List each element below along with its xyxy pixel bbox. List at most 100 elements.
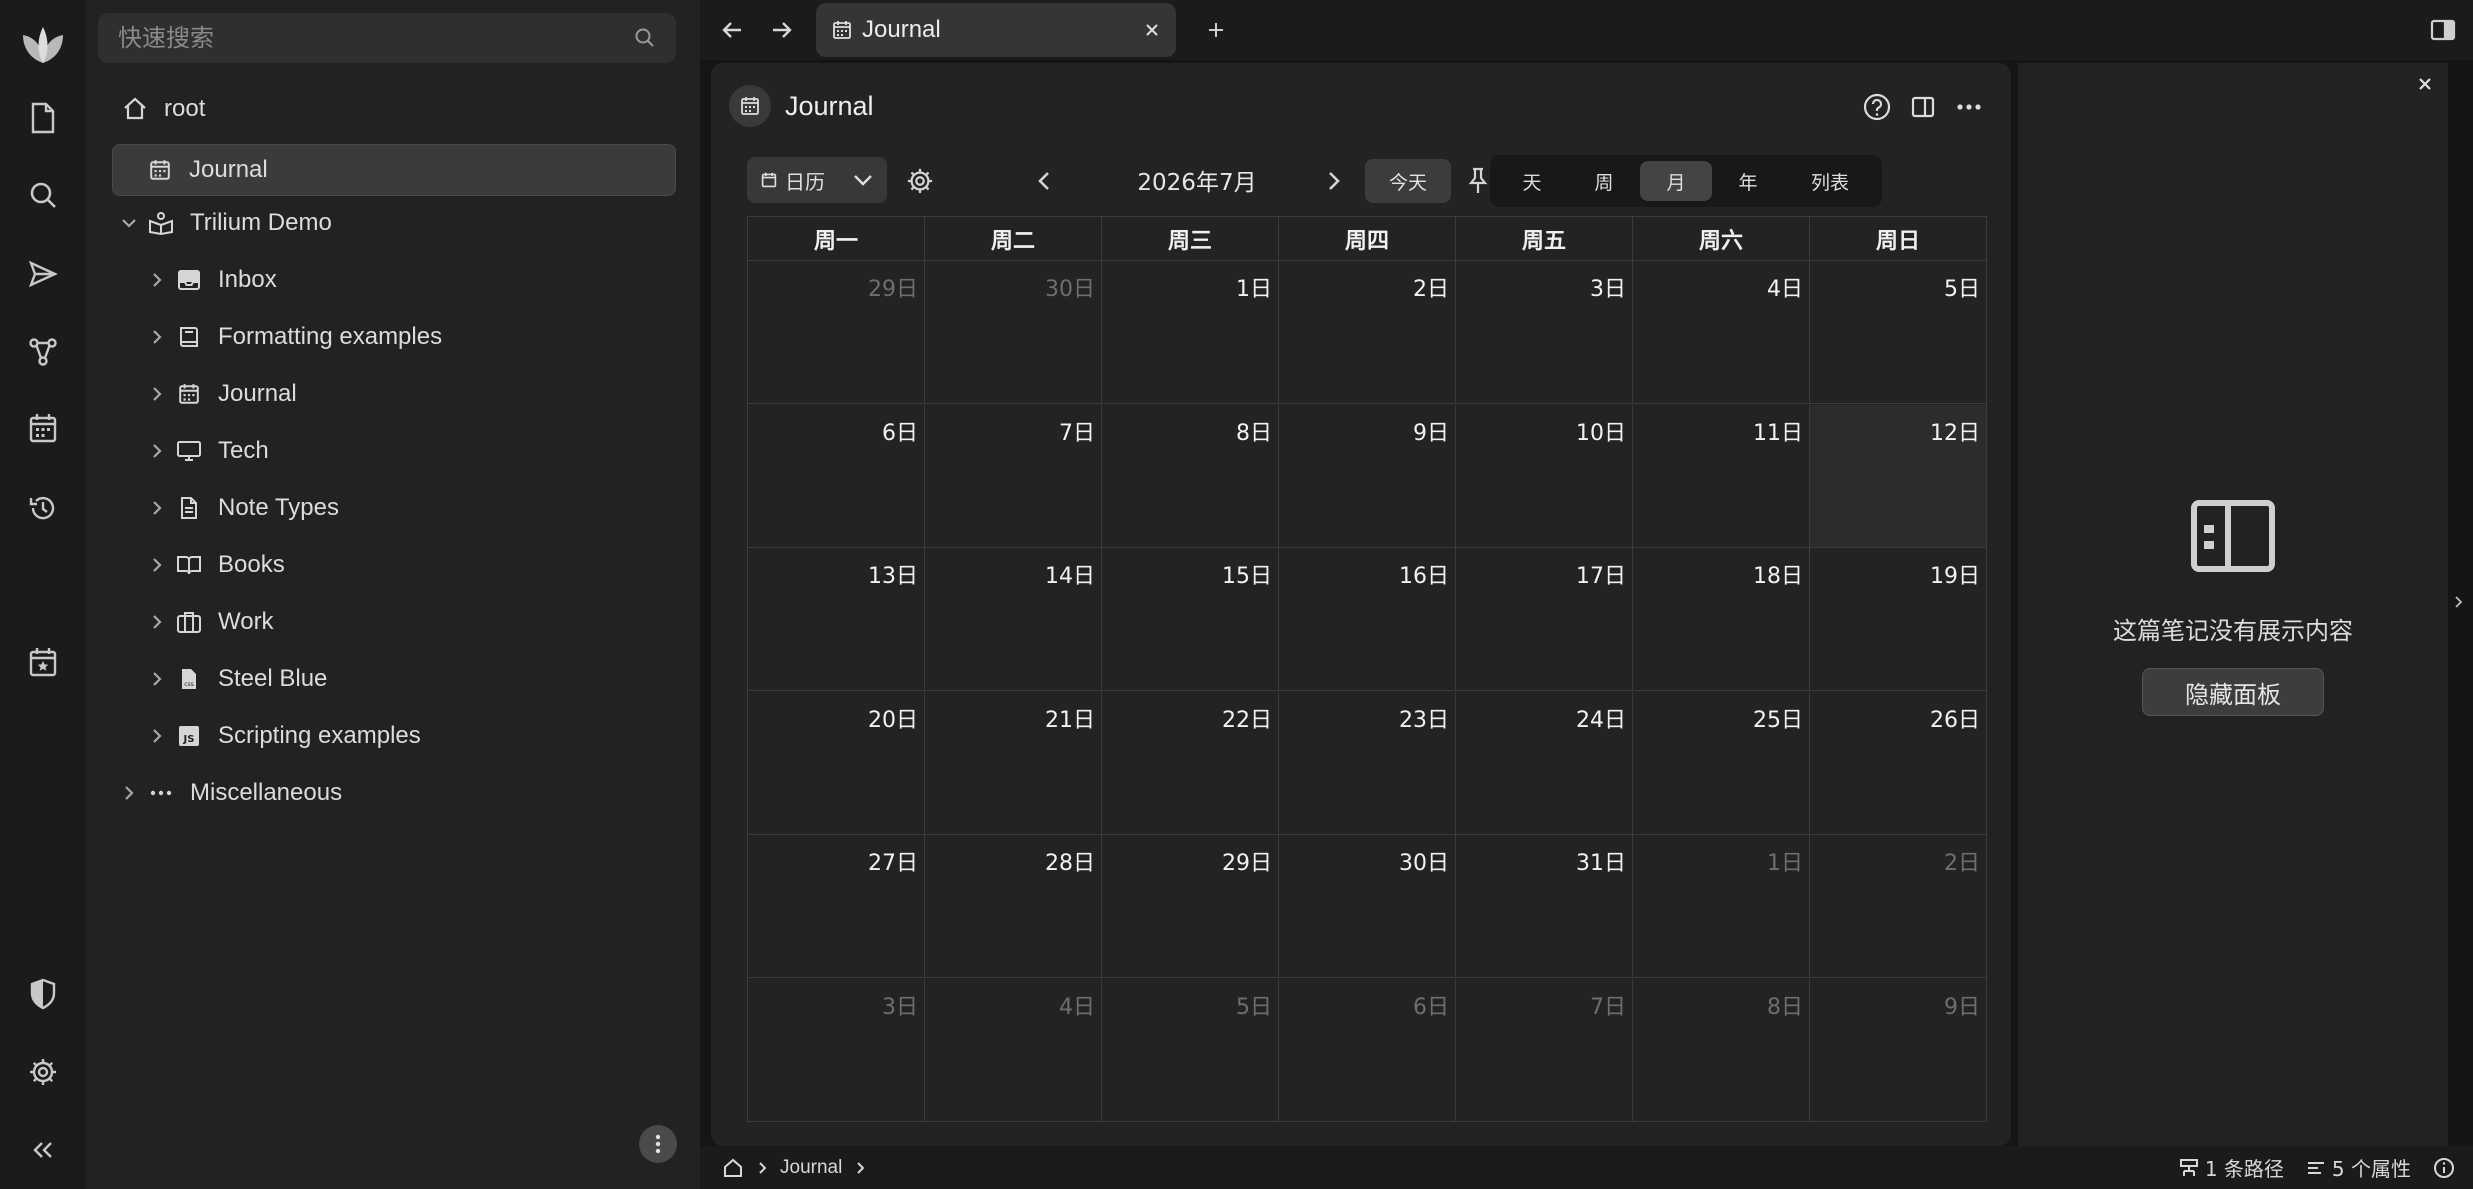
- chevron-right-icon[interactable]: [142, 671, 172, 687]
- day-number[interactable]: 10日: [1576, 415, 1626, 447]
- settings-gear-icon[interactable]: [23, 1052, 63, 1092]
- tree-item-steel-blue[interactable]: css Steel Blue: [102, 653, 327, 705]
- collapse-sidebar-icon[interactable]: [23, 1130, 63, 1170]
- shield-icon[interactable]: [23, 974, 63, 1014]
- day-number[interactable]: 11日: [1753, 415, 1803, 447]
- day-number[interactable]: 8日: [1767, 989, 1803, 1021]
- chevron-right-icon[interactable]: [142, 557, 172, 573]
- day-number[interactable]: 19日: [1930, 558, 1980, 590]
- day-number[interactable]: 25日: [1753, 702, 1803, 734]
- new-note-icon[interactable]: [23, 98, 63, 138]
- view-option-2[interactable]: 月: [1640, 161, 1712, 201]
- day-number[interactable]: 1日: [1767, 845, 1803, 877]
- today-button[interactable]: 今天: [1365, 159, 1451, 203]
- split-view-icon[interactable]: [1905, 89, 1941, 125]
- tree-item-inbox[interactable]: Inbox: [102, 254, 277, 306]
- calendar-day-cell[interactable]: 28日: [925, 835, 1102, 978]
- calendar-day-cell[interactable]: 30日: [925, 261, 1102, 403]
- more-options-icon[interactable]: [1951, 89, 1987, 125]
- tree-item-trilium-demo[interactable]: Trilium Demo: [92, 197, 332, 249]
- day-number[interactable]: 27日: [868, 845, 918, 877]
- info-icon[interactable]: [2433, 1157, 2461, 1179]
- chevron-right-icon[interactable]: [114, 785, 144, 801]
- calendar-day-cell[interactable]: 23日: [1279, 691, 1456, 834]
- day-number[interactable]: 13日: [868, 558, 918, 590]
- calendar-day-cell[interactable]: 20日: [748, 691, 925, 834]
- chevron-right-icon[interactable]: [142, 728, 172, 744]
- calendar-day-cell[interactable]: 11日: [1633, 404, 1810, 547]
- day-number[interactable]: 5日: [1944, 271, 1980, 303]
- calendar-day-cell[interactable]: 2日: [1810, 835, 1986, 977]
- today-calendar-icon[interactable]: [23, 642, 63, 682]
- chevron-right-icon[interactable]: [142, 329, 172, 345]
- home-icon[interactable]: [722, 1157, 744, 1179]
- view-option-0[interactable]: 天: [1496, 161, 1568, 201]
- day-number[interactable]: 9日: [1944, 989, 1980, 1021]
- chevron-right-icon[interactable]: [142, 386, 172, 402]
- view-option-4[interactable]: 列表: [1784, 161, 1876, 201]
- calendar-day-cell[interactable]: 26日: [1810, 692, 1986, 834]
- calendar-day-cell[interactable]: 4日: [1633, 261, 1810, 403]
- toggle-right-pane-button[interactable]: [2425, 12, 2461, 48]
- tree-item-tech[interactable]: Tech: [102, 425, 269, 477]
- tree-item-note-types[interactable]: Note Types: [102, 482, 339, 534]
- note-map-icon[interactable]: [23, 332, 63, 372]
- close-tab-icon[interactable]: [1144, 22, 1160, 38]
- calendar-day-cell[interactable]: 6日: [748, 404, 925, 547]
- calendar-day-cell[interactable]: 14日: [925, 548, 1102, 691]
- calendar-icon[interactable]: [23, 408, 63, 448]
- day-number[interactable]: 24日: [1576, 702, 1626, 734]
- calendar-day-cell[interactable]: 1日: [1102, 261, 1279, 403]
- calendar-day-cell[interactable]: 1日: [1633, 835, 1810, 978]
- day-number[interactable]: 26日: [1930, 702, 1980, 734]
- day-number[interactable]: 2日: [1413, 271, 1449, 303]
- calendar-day-cell[interactable]: 18日: [1633, 548, 1810, 691]
- calendar-day-cell[interactable]: 16日: [1279, 548, 1456, 691]
- panel-expander-chevron-icon[interactable]: [2448, 590, 2468, 614]
- next-month-button[interactable]: [1315, 162, 1353, 200]
- tree-item-miscellaneous[interactable]: Miscellaneous: [92, 767, 342, 819]
- calendar-day-cell[interactable]: 5日: [1810, 261, 1986, 403]
- day-number[interactable]: 7日: [1059, 415, 1095, 447]
- calendar-settings-icon[interactable]: [901, 162, 939, 200]
- new-tab-button[interactable]: [1196, 10, 1236, 50]
- day-number[interactable]: 5日: [1236, 989, 1272, 1021]
- calendar-day-cell[interactable]: 3日: [748, 979, 925, 1122]
- day-number[interactable]: 22日: [1222, 702, 1272, 734]
- day-number[interactable]: 23日: [1399, 702, 1449, 734]
- day-number[interactable]: 2日: [1944, 845, 1980, 877]
- note-title[interactable]: Journal: [785, 91, 874, 122]
- chevron-right-icon[interactable]: [142, 443, 172, 459]
- help-icon[interactable]: [1859, 89, 1895, 125]
- day-number[interactable]: 18日: [1753, 558, 1803, 590]
- note-icon-button[interactable]: [729, 85, 771, 127]
- day-number[interactable]: 6日: [1413, 989, 1449, 1021]
- breadcrumb-journal[interactable]: Journal: [780, 1157, 842, 1179]
- tree-item-journal[interactable]: Journal: [112, 144, 676, 196]
- calendar-day-cell[interactable]: 30日: [1279, 835, 1456, 978]
- calendar-day-cell[interactable]: 6日: [1279, 979, 1456, 1122]
- calendar-day-cell[interactable]: 29日: [1102, 835, 1279, 978]
- calendar-day-cell[interactable]: 3日: [1456, 261, 1633, 403]
- calendar-day-cell[interactable]: 10日: [1456, 404, 1633, 547]
- chevron-right-icon[interactable]: [142, 500, 172, 516]
- back-button[interactable]: [712, 12, 752, 48]
- tree-item-journal[interactable]: Journal: [102, 368, 297, 420]
- day-number[interactable]: 15日: [1222, 558, 1272, 590]
- calendar-day-cell[interactable]: 4日: [925, 979, 1102, 1122]
- day-number[interactable]: 9日: [1413, 415, 1449, 447]
- search-icon[interactable]: [634, 27, 656, 49]
- day-number[interactable]: 29日: [1222, 845, 1272, 877]
- tree-item-books[interactable]: Books: [102, 539, 285, 591]
- tab-journal[interactable]: Journal: [816, 3, 1176, 57]
- hide-panel-button[interactable]: 隐藏面板: [2142, 668, 2324, 716]
- view-option-1[interactable]: 周: [1568, 161, 1640, 201]
- calendar-day-cell[interactable]: 15日: [1102, 548, 1279, 691]
- calendar-day-cell[interactable]: 21日: [925, 691, 1102, 834]
- history-icon[interactable]: [23, 488, 63, 528]
- day-number[interactable]: 1日: [1236, 271, 1272, 303]
- tree-item-scripting-examples[interactable]: JS Scripting examples: [102, 710, 421, 762]
- chevron-down-icon[interactable]: [114, 218, 144, 228]
- quick-search-input[interactable]: [118, 24, 634, 52]
- day-number[interactable]: 6日: [882, 415, 918, 447]
